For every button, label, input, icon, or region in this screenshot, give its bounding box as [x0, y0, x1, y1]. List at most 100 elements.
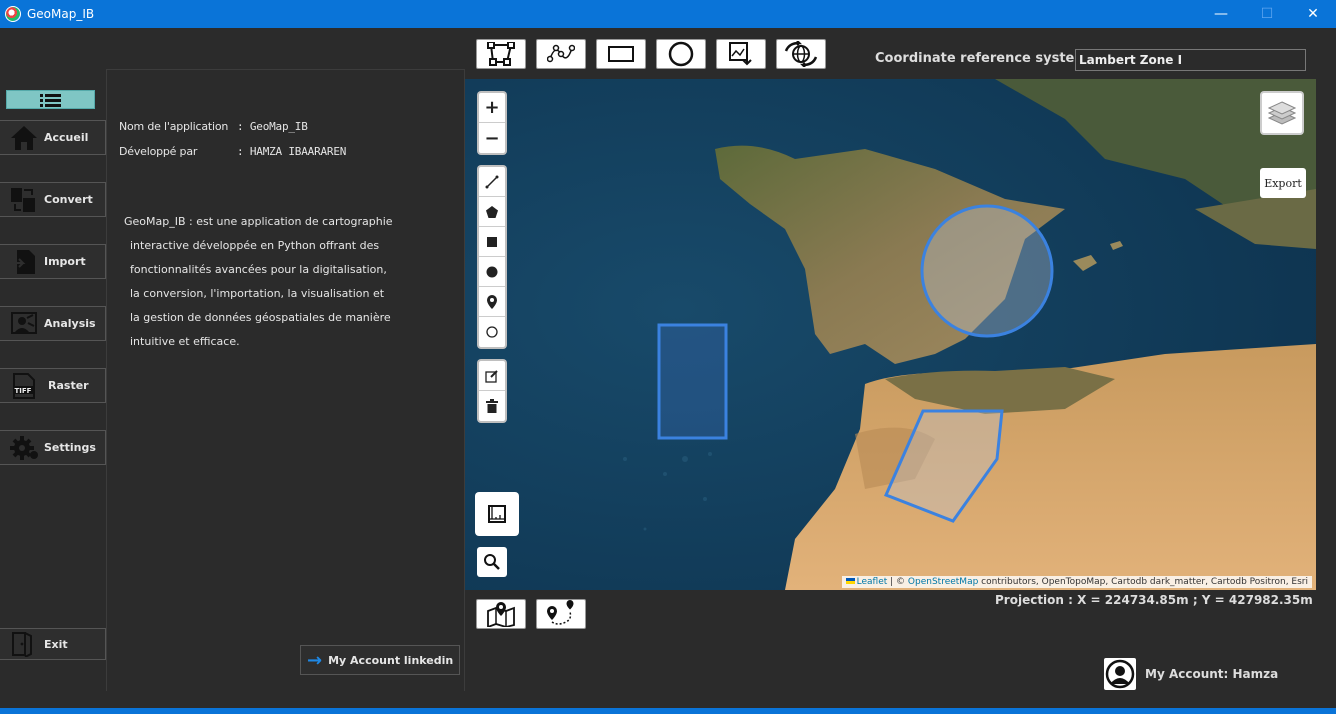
map-pin-icon: [487, 602, 515, 627]
raster-export-button[interactable]: [716, 39, 766, 69]
bottom-toolbar: [476, 599, 586, 629]
description-line: la gestion de données géospatiales de ma…: [130, 311, 391, 324]
nav-settings-label: Settings: [44, 441, 96, 454]
avatar-icon: [1104, 658, 1136, 690]
minimize-button[interactable]: —: [1198, 0, 1244, 28]
reproject-globe-icon: [784, 41, 818, 67]
nav-accueil-button[interactable]: Accueil: [0, 120, 106, 155]
edit-layers-button[interactable]: [479, 361, 505, 391]
draw-toolbar: [477, 165, 507, 349]
nav-convert-button[interactable]: Convert: [0, 182, 106, 217]
exit-label: Exit: [44, 637, 68, 651]
map-marker-button[interactable]: [476, 599, 526, 629]
linkedin-account-button[interactable]: → My Account linkedin: [300, 645, 460, 675]
layers-icon: [1268, 101, 1296, 125]
pentagon-icon: [486, 205, 498, 218]
account-info[interactable]: My Account: Hamza: [1104, 658, 1278, 690]
rectangle-tool-button[interactable]: [596, 39, 646, 69]
window-controls: — ☐ ✕: [1198, 0, 1336, 28]
attribution-rest: contributors, OpenTopoMap, Cartodb dark_…: [978, 577, 1308, 587]
map-attribution: Leaflet | © OpenStreetMap contributors, …: [841, 576, 1312, 588]
edit-icon: [485, 369, 498, 383]
projection-readout: Projection : X = 224734.85m ; Y = 427982…: [995, 593, 1313, 607]
nav-analysis-button[interactable]: Analysis: [0, 306, 106, 341]
map-view[interactable]: + − Export Leaflet | © OpenStreetMap con…: [465, 79, 1316, 590]
nav-raster-label: Raster: [48, 379, 89, 392]
list-icon: [39, 93, 61, 107]
zoom-out-button[interactable]: −: [479, 123, 505, 153]
osm-link[interactable]: OpenStreetMap: [908, 577, 978, 587]
exit-button[interactable]: Exit: [0, 628, 106, 660]
maximize-button[interactable]: ☐: [1244, 0, 1290, 28]
draw-polyline-button[interactable]: [479, 167, 505, 197]
gear-icon: [8, 433, 40, 463]
app-name-key: Nom de l'application: [119, 120, 229, 133]
arrow-right-icon: →: [307, 649, 323, 671]
satellite-basemap: [465, 79, 1316, 590]
app-name-value: : GeoMap_IB: [237, 120, 308, 133]
draw-polygon-button[interactable]: [479, 197, 505, 227]
crs-input[interactable]: [1075, 49, 1306, 71]
close-button[interactable]: ✕: [1290, 0, 1336, 28]
description-line: GeoMap_IB : est une application de carto…: [124, 215, 393, 228]
menu-toggle-button[interactable]: [6, 90, 95, 109]
draw-circlemarker-button[interactable]: [479, 317, 505, 347]
nav-convert-label: Convert: [44, 193, 93, 206]
exit-door-icon: [8, 629, 40, 659]
route-button[interactable]: [536, 599, 586, 629]
trash-icon: [486, 399, 498, 413]
nav-accueil-label: Accueil: [44, 131, 89, 144]
leaflet-link[interactable]: Leaflet: [857, 577, 888, 587]
nav-settings-button[interactable]: Settings: [0, 430, 106, 465]
nav-import-label: Import: [44, 255, 86, 268]
attribution-separator: | ©: [887, 577, 908, 587]
layer-switcher-button[interactable]: [1260, 91, 1304, 135]
info-panel: Nom de l'application : GeoMap_IB Développ…: [106, 69, 465, 691]
export-button[interactable]: Export: [1260, 168, 1306, 198]
draw-circle-button[interactable]: [479, 257, 505, 287]
draw-marker-button[interactable]: [479, 287, 505, 317]
polyline-icon: [485, 175, 499, 188]
taskbar-strip: [0, 708, 1336, 714]
marker-icon: [487, 294, 497, 309]
import-icon: [8, 247, 40, 277]
circle-tool-button[interactable]: [656, 39, 706, 69]
linkedin-label: My Account linkedin: [328, 653, 454, 667]
home-icon: [8, 123, 40, 153]
svg-text:TIFF: TIFF: [15, 387, 32, 395]
left-navigation: Accueil Convert Import Analysis TIFF Ras…: [0, 28, 106, 714]
description-line: fonctionnalités avancées pour la digital…: [130, 263, 387, 276]
reproject-button[interactable]: [776, 39, 826, 69]
polyline-digitize-button[interactable]: [536, 39, 586, 69]
app-description: GeoMap_IB : est une application de carto…: [124, 210, 424, 354]
description-line: la conversion, l'importation, la visuali…: [130, 287, 385, 300]
account-label: My Account: Hamza: [1145, 667, 1279, 681]
route-icon: [547, 600, 574, 625]
developer-key: Développé par: [119, 145, 198, 158]
description-line: intuitive et efficace.: [130, 335, 240, 348]
raster-export-icon: [729, 42, 752, 66]
measure-button[interactable]: [475, 492, 519, 536]
square-icon: [487, 236, 497, 247]
polygon-digitize-button[interactable]: [476, 39, 526, 69]
draw-rectangle-button[interactable]: [479, 227, 505, 257]
analysis-icon: [8, 309, 40, 339]
filled-circle-icon: [486, 266, 498, 277]
window-title: GeoMap_IB: [27, 7, 95, 21]
circle-icon: [668, 41, 694, 67]
nav-raster-button[interactable]: TIFF Raster: [0, 368, 106, 403]
app-name-row: Nom de l'application : GeoMap_IB: [119, 120, 308, 133]
zoom-in-button[interactable]: +: [479, 93, 505, 123]
app-logo-icon: [5, 6, 21, 22]
convert-icon: [8, 185, 40, 215]
crs-label: Coordinate reference system :: [875, 51, 1098, 66]
search-button[interactable]: [477, 547, 507, 577]
nav-import-button[interactable]: Import: [0, 244, 106, 279]
delete-layers-button[interactable]: [479, 391, 505, 421]
nav-analysis-label: Analysis: [44, 317, 96, 330]
search-icon: [484, 554, 500, 570]
developer-row: Développé par : HAMZA IBAARAREN: [119, 145, 346, 158]
developer-value: : HAMZA IBAARAREN: [237, 145, 347, 158]
zoom-control: + −: [477, 91, 507, 155]
ruler-icon: [488, 505, 506, 523]
